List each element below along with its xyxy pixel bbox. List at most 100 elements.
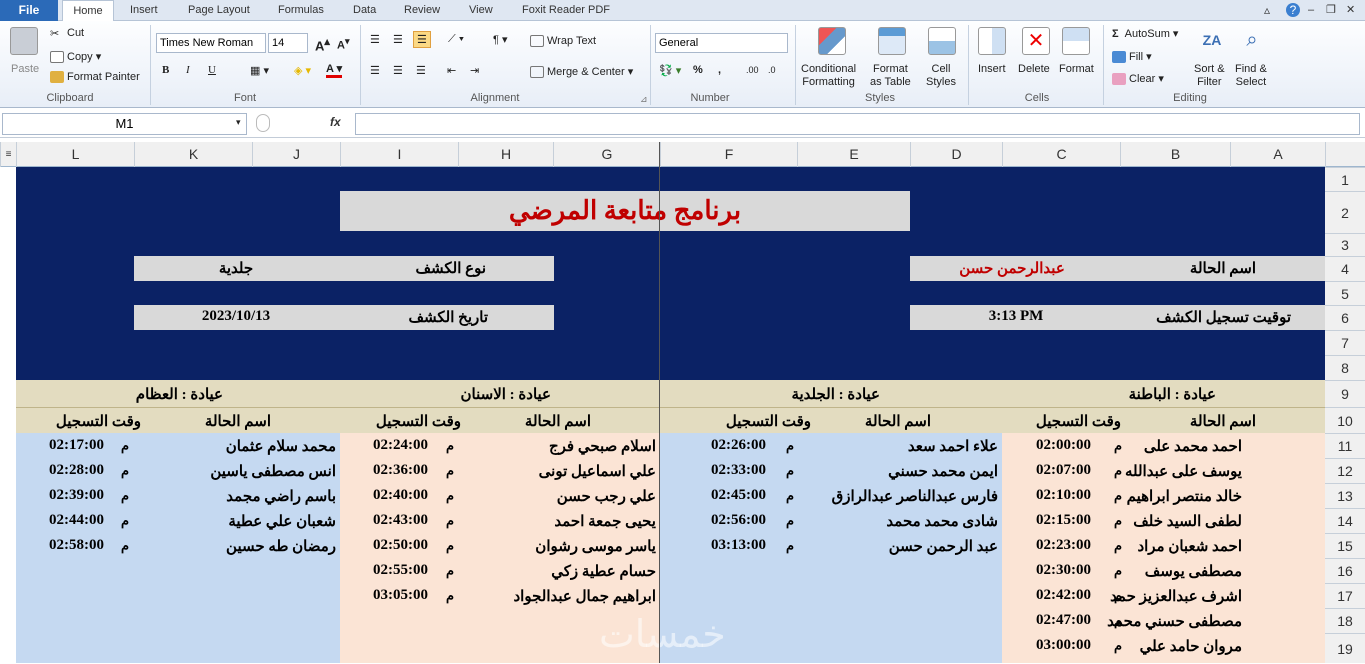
patient-name-cell[interactable]: فارس عبدالناصر عبدالرازق [832,487,998,506]
increase-indent-icon[interactable]: ⇥ [470,64,479,77]
fill-button[interactable]: Fill ▾ [1112,50,1152,64]
row-header[interactable]: 2 [1325,191,1365,233]
registration-time-cell[interactable]: 02:36:00 [373,462,428,479]
format-painter-button[interactable]: Format Painter [50,71,140,84]
patient-name-cell[interactable]: محمد سلام عثمان [226,437,336,456]
registration-time-cell[interactable]: 02:23:00 [1036,537,1091,554]
patient-name-cell[interactable]: مروان حامد علي [1140,637,1242,656]
row-header[interactable]: 19 [1325,633,1365,663]
format-as-table-icon[interactable] [878,27,906,55]
row-header[interactable]: 12 [1325,458,1365,483]
indent-options-icon[interactable]: ¶ ▾ [493,33,508,46]
column-header[interactable]: F [660,142,797,167]
patient-name-cell[interactable]: خالد منتصر ابراهيم [1127,487,1242,506]
name-box-dropdown-icon[interactable]: ▾ [236,117,241,128]
registration-time-cell[interactable]: 02:43:00 [373,512,428,529]
tab-home[interactable]: Home [62,0,114,22]
name-box[interactable]: M1 [2,113,247,135]
tab-foxit[interactable]: Foxit Reader PDF [522,0,610,21]
column-header[interactable]: D [910,142,1002,167]
decrease-indent-icon[interactable]: ⇤ [447,64,456,77]
row-header[interactable]: 5 [1325,281,1365,305]
patient-name-cell[interactable]: احمد محمد على [1144,437,1242,456]
formula-input[interactable] [355,113,1360,135]
grow-font-icon[interactable]: A▴ [315,35,330,53]
registration-time-cell[interactable]: 02:10:00 [1036,487,1091,504]
conditional-formatting-button[interactable]: Conditional Formatting [801,63,856,89]
patient-name-cell[interactable]: ابراهيم جمال عبدالجواد [514,587,657,606]
insert-button[interactable]: Insert [978,63,1006,75]
registration-time-cell[interactable]: 02:30:00 [1036,562,1091,579]
patient-name-cell[interactable]: رمضان طه حسين [226,537,336,556]
cell-styles-icon[interactable] [928,27,956,55]
registration-time-cell[interactable]: 02:47:00 [1036,612,1091,629]
patient-name-cell[interactable]: يوسف على عبدالله [1125,462,1242,481]
patient-name-cell[interactable]: عبد الرحمن حسن [889,537,998,556]
row-header[interactable]: 1 [1325,167,1365,191]
row-header[interactable]: 17 [1325,583,1365,608]
registration-time-cell[interactable]: 02:56:00 [711,512,766,529]
window-restore-icon[interactable]: ❐ [1326,0,1336,21]
row-header[interactable]: 10 [1325,407,1365,433]
tab-page-layout[interactable]: Page Layout [188,0,250,21]
orientation-icon[interactable]: ⟋ ▾ [448,33,464,46]
tab-view[interactable]: View [469,0,493,21]
cut-button[interactable]: ✂ Cut [50,27,84,40]
patient-name-cell[interactable]: اسلام صبحي فرج [549,437,656,456]
delete-button[interactable]: Delete [1018,63,1050,75]
cell-styles-button[interactable]: Cell Styles [926,63,956,89]
column-header[interactable]: K [134,142,252,167]
underline-button[interactable]: U [208,64,216,76]
bold-button[interactable]: B [162,64,169,76]
currency-icon[interactable]: 💱 ▾ [659,64,681,77]
patient-name-cell[interactable]: اشرف عبدالعزيز حمد [1110,587,1242,606]
tab-insert[interactable]: Insert [130,0,158,21]
expand-handle-icon[interactable] [256,114,270,132]
registration-time-cell[interactable]: 03:13:00 [711,537,766,554]
registration-time-cell[interactable]: 02:00:00 [1036,437,1091,454]
increase-decimal-icon[interactable]: .00 [746,65,759,75]
help-icon[interactable]: ? [1286,3,1300,17]
column-header[interactable]: L [16,142,134,167]
column-header[interactable]: B [1120,142,1230,167]
row-header[interactable]: 14 [1325,508,1365,533]
align-right-icon[interactable]: ☰ [416,64,426,77]
column-header[interactable]: J [252,142,340,167]
window-close-icon[interactable]: ✕ [1346,0,1355,21]
tab-file[interactable]: File [0,0,58,21]
paste-button[interactable]: Paste [11,63,39,75]
autosum-button[interactable]: Σ AutoSum ▾ [1112,27,1178,40]
column-header[interactable]: H [458,142,553,167]
registration-time-cell[interactable]: 02:58:00 [49,537,104,554]
row-header[interactable]: 7 [1325,330,1365,355]
patient-name-cell[interactable]: علي رجب حسن [557,487,656,506]
registration-time-cell[interactable]: 02:28:00 [49,462,104,479]
registration-time-cell[interactable]: 02:55:00 [373,562,428,579]
column-header[interactable]: C [1002,142,1120,167]
patient-name-cell[interactable]: ايمن محمد حسني [888,462,998,481]
number-format-select[interactable]: General [655,33,788,53]
registration-time-cell[interactable]: 02:24:00 [373,437,428,454]
merge-center-button[interactable]: Merge & Center ▾ [530,65,633,79]
align-left-icon[interactable]: ☰ [370,64,380,77]
patient-name-cell[interactable]: احمد شعبان مراد [1137,537,1242,556]
worksheet-grid[interactable]: برنامج متابعة المرضي اسم الحالة عبدالرحم… [16,167,1325,663]
freeze-pane-divider[interactable] [659,142,660,663]
borders-icon[interactable]: ▦ ▾ [250,64,269,77]
patient-name-cell[interactable]: شعبان علي عطية [228,512,336,531]
patient-name-cell[interactable]: شادى محمد محمد [886,512,998,531]
row-header[interactable]: 15 [1325,533,1365,558]
registration-time-cell[interactable]: 02:44:00 [49,512,104,529]
registration-time-cell[interactable]: 02:42:00 [1036,587,1091,604]
row-header[interactable]: 3 [1325,233,1365,256]
format-button[interactable]: Format [1059,63,1094,75]
comma-button[interactable]: , [718,64,721,76]
find-select-button[interactable]: Find & Select [1235,63,1267,89]
shrink-font-icon[interactable]: A▾ [337,36,350,52]
row-header[interactable]: 18 [1325,608,1365,633]
row-header[interactable]: 11 [1325,433,1365,458]
row-header[interactable]: 9 [1325,380,1365,407]
column-header[interactable]: G [553,142,660,167]
tab-data[interactable]: Data [353,0,376,21]
row-header[interactable]: 4 [1325,256,1365,281]
